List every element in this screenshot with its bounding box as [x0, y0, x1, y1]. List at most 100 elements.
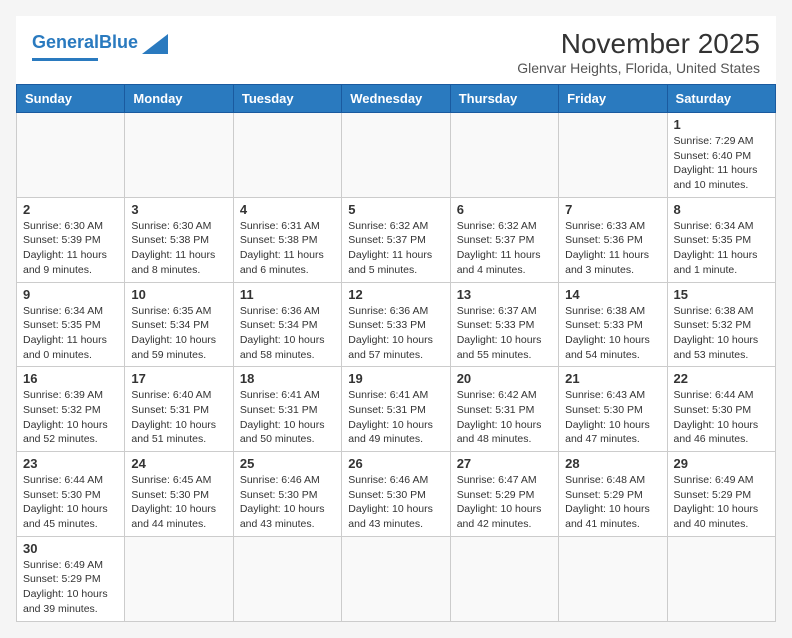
day-number: 8	[674, 202, 769, 217]
calendar-day-cell: 10Sunrise: 6:35 AM Sunset: 5:34 PM Dayli…	[125, 282, 233, 367]
day-number: 12	[348, 287, 443, 302]
calendar-week-row: 16Sunrise: 6:39 AM Sunset: 5:32 PM Dayli…	[17, 367, 776, 452]
day-number: 29	[674, 456, 769, 471]
day-info: Sunrise: 6:48 AM Sunset: 5:29 PM Dayligh…	[565, 473, 660, 532]
logo-triangle-icon	[140, 30, 170, 56]
day-number: 26	[348, 456, 443, 471]
day-number: 21	[565, 371, 660, 386]
day-number: 1	[674, 117, 769, 132]
calendar-table: SundayMondayTuesdayWednesdayThursdayFrid…	[16, 84, 776, 622]
day-info: Sunrise: 6:44 AM Sunset: 5:30 PM Dayligh…	[674, 388, 769, 447]
day-info: Sunrise: 6:41 AM Sunset: 5:31 PM Dayligh…	[240, 388, 335, 447]
calendar-day-cell	[233, 113, 341, 198]
calendar-day-cell: 8Sunrise: 6:34 AM Sunset: 5:35 PM Daylig…	[667, 197, 775, 282]
calendar-day-cell	[125, 536, 233, 621]
title-block: November 2025 Glenvar Heights, Florida, …	[517, 28, 760, 76]
calendar-day-cell: 20Sunrise: 6:42 AM Sunset: 5:31 PM Dayli…	[450, 367, 558, 452]
day-number: 4	[240, 202, 335, 217]
calendar-day-cell: 21 Sunrise: 6:43 AM Sunset: 5:30 PM Dayli…	[559, 367, 667, 452]
location-text: Glenvar Heights, Florida, United States	[517, 60, 760, 76]
day-number: 23	[23, 456, 118, 471]
day-info: Sunrise: 6:49 AM Sunset: 5:29 PM Dayligh…	[23, 558, 118, 617]
calendar-day-cell: 24Sunrise: 6:45 AM Sunset: 5:30 PM Dayli…	[125, 452, 233, 537]
day-number: 6	[457, 202, 552, 217]
logo: GeneralBlue	[32, 28, 170, 61]
calendar-day-cell: 11 Sunrise: 6:36 AM Sunset: 5:34 PM Dayli…	[233, 282, 341, 367]
calendar-day-cell: 2 Sunrise: 6:30 AM Sunset: 5:39 PM Daylig…	[17, 197, 125, 282]
calendar-day-cell: 28 Sunrise: 6:48 AM Sunset: 5:29 PM Dayli…	[559, 452, 667, 537]
day-info: Sunrise: 6:36 AM Sunset: 5:34 PM Dayligh…	[240, 304, 335, 363]
header: GeneralBlue November 2025 Glenvar Height…	[16, 16, 776, 84]
calendar-day-cell: 27 Sunrise: 6:47 AM Sunset: 5:29 PM Dayli…	[450, 452, 558, 537]
calendar-day-header: Monday	[125, 85, 233, 113]
day-number: 28	[565, 456, 660, 471]
logo-general: General	[32, 32, 99, 52]
calendar-day-cell: 12 Sunrise: 6:36 AM Sunset: 5:33 PM Dayli…	[342, 282, 450, 367]
calendar-day-cell: 18 Sunrise: 6:41 AM Sunset: 5:31 PM Dayli…	[233, 367, 341, 452]
calendar-day-header: Thursday	[450, 85, 558, 113]
day-number: 30	[23, 541, 118, 556]
day-info: Sunrise: 6:30 AM Sunset: 5:38 PM Dayligh…	[131, 219, 226, 278]
day-number: 13	[457, 287, 552, 302]
day-info: Sunrise: 6:38 AM Sunset: 5:32 PM Dayligh…	[674, 304, 769, 363]
calendar-day-cell: 26Sunrise: 6:46 AM Sunset: 5:30 PM Dayli…	[342, 452, 450, 537]
day-number: 5	[348, 202, 443, 217]
day-info: Sunrise: 7:29 AM Sunset: 6:40 PM Dayligh…	[674, 134, 769, 193]
day-info: Sunrise: 6:47 AM Sunset: 5:29 PM Dayligh…	[457, 473, 552, 532]
calendar-day-cell	[233, 536, 341, 621]
day-number: 18	[240, 371, 335, 386]
calendar-day-cell: 15Sunrise: 6:38 AM Sunset: 5:32 PM Dayli…	[667, 282, 775, 367]
calendar-day-header: Sunday	[17, 85, 125, 113]
calendar-day-cell: 4Sunrise: 6:31 AM Sunset: 5:38 PM Daylig…	[233, 197, 341, 282]
day-info: Sunrise: 6:30 AM Sunset: 5:39 PM Dayligh…	[23, 219, 118, 278]
day-number: 22	[674, 371, 769, 386]
day-number: 2	[23, 202, 118, 217]
day-number: 16	[23, 371, 118, 386]
day-info: Sunrise: 6:33 AM Sunset: 5:36 PM Dayligh…	[565, 219, 660, 278]
calendar-day-cell: 13 Sunrise: 6:37 AM Sunset: 5:33 PM Dayli…	[450, 282, 558, 367]
day-info: Sunrise: 6:32 AM Sunset: 5:37 PM Dayligh…	[348, 219, 443, 278]
day-info: Sunrise: 6:32 AM Sunset: 5:37 PM Dayligh…	[457, 219, 552, 278]
calendar-page: GeneralBlue November 2025 Glenvar Height…	[16, 16, 776, 622]
day-number: 11	[240, 287, 335, 302]
calendar-week-row: 23Sunrise: 6:44 AM Sunset: 5:30 PM Dayli…	[17, 452, 776, 537]
calendar-day-cell: 29Sunrise: 6:49 AM Sunset: 5:29 PM Dayli…	[667, 452, 775, 537]
calendar-day-cell: 7 Sunrise: 6:33 AM Sunset: 5:36 PM Daylig…	[559, 197, 667, 282]
calendar-day-header: Friday	[559, 85, 667, 113]
calendar-day-header: Wednesday	[342, 85, 450, 113]
day-number: 27	[457, 456, 552, 471]
day-number: 9	[23, 287, 118, 302]
calendar-day-cell: 16Sunrise: 6:39 AM Sunset: 5:32 PM Dayli…	[17, 367, 125, 452]
day-number: 24	[131, 456, 226, 471]
calendar-day-cell: 3Sunrise: 6:30 AM Sunset: 5:38 PM Daylig…	[125, 197, 233, 282]
calendar-week-row: 9Sunrise: 6:34 AM Sunset: 5:35 PM Daylig…	[17, 282, 776, 367]
calendar-day-cell: 1 Sunrise: 7:29 AM Sunset: 6:40 PM Daylig…	[667, 113, 775, 198]
calendar-day-cell	[559, 113, 667, 198]
calendar-day-cell: 23Sunrise: 6:44 AM Sunset: 5:30 PM Dayli…	[17, 452, 125, 537]
day-info: Sunrise: 6:43 AM Sunset: 5:30 PM Dayligh…	[565, 388, 660, 447]
calendar-week-row: 1 Sunrise: 7:29 AM Sunset: 6:40 PM Daylig…	[17, 113, 776, 198]
calendar-day-cell	[559, 536, 667, 621]
calendar-day-cell	[17, 113, 125, 198]
calendar-day-cell: 19Sunrise: 6:41 AM Sunset: 5:31 PM Dayli…	[342, 367, 450, 452]
day-info: Sunrise: 6:36 AM Sunset: 5:33 PM Dayligh…	[348, 304, 443, 363]
logo-text: GeneralBlue	[32, 33, 138, 51]
day-number: 17	[131, 371, 226, 386]
day-number: 19	[348, 371, 443, 386]
logo-underline	[32, 58, 98, 61]
calendar-day-cell: 30 Sunrise: 6:49 AM Sunset: 5:29 PM Dayli…	[17, 536, 125, 621]
logo-blue: Blue	[99, 32, 138, 52]
month-title: November 2025	[517, 28, 760, 60]
calendar-header-row: SundayMondayTuesdayWednesdayThursdayFrid…	[17, 85, 776, 113]
day-info: Sunrise: 6:37 AM Sunset: 5:33 PM Dayligh…	[457, 304, 552, 363]
calendar-day-cell	[450, 113, 558, 198]
day-number: 7	[565, 202, 660, 217]
calendar-day-cell: 6 Sunrise: 6:32 AM Sunset: 5:37 PM Daylig…	[450, 197, 558, 282]
calendar-week-row: 30 Sunrise: 6:49 AM Sunset: 5:29 PM Dayli…	[17, 536, 776, 621]
calendar-week-row: 2 Sunrise: 6:30 AM Sunset: 5:39 PM Daylig…	[17, 197, 776, 282]
calendar-day-cell	[450, 536, 558, 621]
day-number: 25	[240, 456, 335, 471]
day-info: Sunrise: 6:38 AM Sunset: 5:33 PM Dayligh…	[565, 304, 660, 363]
day-info: Sunrise: 6:40 AM Sunset: 5:31 PM Dayligh…	[131, 388, 226, 447]
calendar-day-cell	[125, 113, 233, 198]
